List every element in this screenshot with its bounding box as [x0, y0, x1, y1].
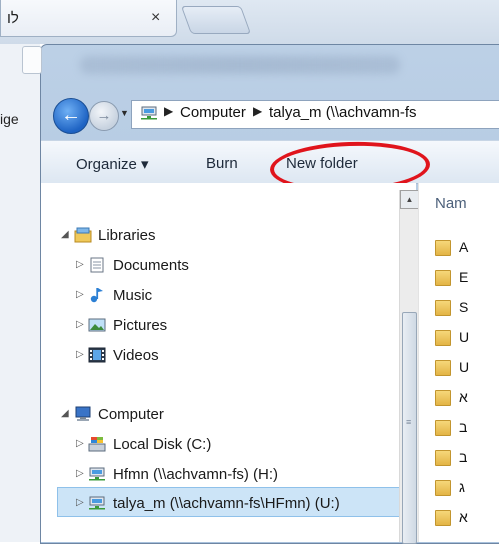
folder-icon: [435, 510, 451, 526]
folder-icon: [435, 450, 451, 466]
new-tab-button[interactable]: [180, 6, 252, 34]
breadcrumb-separator[interactable]: ▶: [164, 104, 173, 118]
new-folder-button[interactable]: New folder: [286, 155, 358, 172]
file-name: ב: [459, 449, 468, 465]
browser-tab[interactable]: לו ×: [0, 0, 177, 37]
breadcrumb-computer[interactable]: Computer: [180, 104, 246, 121]
documents-icon: [90, 257, 104, 273]
file-name: ב: [459, 419, 468, 435]
folder-icon: [435, 420, 451, 436]
browser-address-fragment: [22, 46, 42, 74]
list-item[interactable]: A: [433, 238, 499, 258]
breadcrumb-talya-drive[interactable]: talya_m (\\achvamn-fs: [269, 104, 417, 121]
list-item[interactable]: א: [433, 508, 499, 528]
address-bar[interactable]: ▶ Computer ▶ talya_m (\\achvamn-fs: [131, 100, 499, 129]
breadcrumb-separator[interactable]: ▶: [253, 104, 262, 118]
file-name: א: [459, 389, 468, 405]
list-item[interactable]: U: [433, 358, 499, 378]
pictures-icon: [88, 318, 106, 332]
collapse-arrow-icon[interactable]: ▷: [76, 289, 84, 300]
back-arrow-icon: ←: [61, 104, 81, 126]
list-item[interactable]: ב: [433, 418, 499, 438]
folder-icon: [435, 360, 451, 376]
folder-icon: [435, 390, 451, 406]
tree-label-libraries: Libraries: [98, 227, 156, 244]
tree-label-local-disk: Local Disk (C:): [113, 436, 212, 453]
collapse-arrow-icon[interactable]: ▷: [76, 497, 84, 508]
folder-icon: [435, 300, 451, 316]
file-name: U: [459, 359, 470, 375]
folder-icon: [435, 240, 451, 256]
computer-icon: [75, 406, 91, 421]
scroll-up-button[interactable]: ▲: [400, 190, 419, 209]
file-name: E: [459, 269, 469, 285]
tree-label-documents: Documents: [113, 257, 189, 274]
network-drive-icon: [89, 467, 105, 481]
libraries-icon: [74, 227, 92, 243]
tree-label-computer: Computer: [98, 406, 164, 423]
collapse-arrow-icon[interactable]: ▷: [76, 259, 84, 270]
recent-pages-dropdown[interactable]: ▼: [120, 108, 129, 118]
tree-label-music: Music: [113, 287, 153, 304]
collapse-arrow-icon[interactable]: ▷: [76, 438, 84, 449]
local-disk-icon: [88, 437, 106, 452]
column-header-name[interactable]: Nam: [435, 195, 467, 212]
list-item[interactable]: S: [433, 298, 499, 318]
browser-page-text: ige: [0, 111, 19, 127]
back-button[interactable]: ←: [53, 98, 89, 134]
folder-icon: [435, 270, 451, 286]
dialog-title-blurred: [80, 56, 400, 74]
music-icon: [90, 288, 103, 303]
command-toolbar: Organize ▾ Burn New folder: [41, 139, 499, 195]
forward-button[interactable]: →: [89, 101, 119, 131]
videos-icon: [88, 347, 106, 363]
collapse-arrow-icon[interactable]: ▷: [76, 319, 84, 330]
scroll-thumb[interactable]: ≡: [402, 312, 417, 544]
nav-pane-scrollbar[interactable]: ▲ ≡: [399, 190, 419, 544]
collapse-arrow-icon[interactable]: ▷: [76, 349, 84, 360]
folder-icon: [435, 330, 451, 346]
file-name: S: [459, 299, 469, 315]
file-list-pane: Nam A E S U U א ב ב ג א: [418, 183, 499, 542]
list-item[interactable]: E: [433, 268, 499, 288]
organize-button[interactable]: Organize ▾: [76, 155, 149, 173]
collapse-arrow-icon[interactable]: ▷: [76, 468, 84, 479]
file-name: ג: [459, 479, 465, 495]
list-item[interactable]: ב: [433, 448, 499, 468]
grip-icon: ≡: [406, 417, 412, 427]
expand-arrow-icon[interactable]: ◢: [61, 229, 69, 240]
list-item[interactable]: U: [433, 328, 499, 348]
navigation-pane: ◢ Libraries ▷ Documents ▷ Music ▷ Pictur…: [41, 183, 416, 542]
tree-label-videos: Videos: [113, 347, 159, 364]
tree-label-talya-drive: talya_m (\\achvamn-fs\HFmn) (U:): [113, 495, 340, 512]
file-name: A: [459, 239, 469, 255]
close-icon[interactable]: ×: [151, 9, 160, 27]
file-name: א: [459, 509, 468, 525]
file-name: U: [459, 329, 470, 345]
network-drive-icon: [141, 106, 157, 120]
list-item[interactable]: א: [433, 388, 499, 408]
list-item[interactable]: ג: [433, 478, 499, 498]
network-drive-icon: [89, 496, 105, 510]
folder-icon: [435, 480, 451, 496]
tree-label-pictures: Pictures: [113, 317, 168, 334]
forward-arrow-icon: →: [96, 107, 112, 124]
expand-arrow-icon[interactable]: ◢: [61, 408, 69, 419]
browser-tab-title: לו: [7, 10, 19, 27]
burn-button[interactable]: Burn: [206, 155, 238, 172]
tree-label-hfmn-drive: Hfmn (\\achvamn-fs) (H:): [113, 466, 279, 483]
